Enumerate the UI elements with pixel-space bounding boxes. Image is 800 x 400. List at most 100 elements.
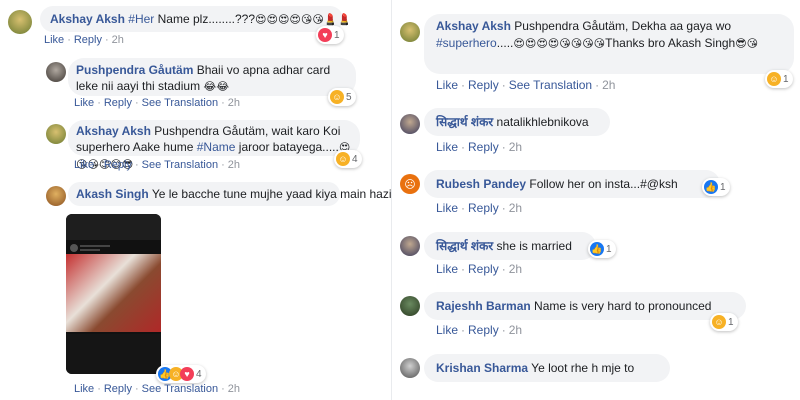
reaction-summary[interactable]: 👍 1 <box>588 240 616 258</box>
comment-author[interactable]: Akshay Aksh <box>436 19 511 33</box>
reaction-count: 1 <box>334 29 340 41</box>
see-translation-link[interactable]: See Translation <box>142 159 218 171</box>
comment-author[interactable]: सिद्धार्थ शंकर <box>436 115 493 129</box>
reply-link[interactable]: Reply <box>74 34 102 46</box>
comment-text: she is married <box>496 239 572 253</box>
avatar[interactable] <box>400 22 420 42</box>
like-link[interactable]: Like <box>74 383 94 395</box>
comment-text: Pushpendra Gåutäm, Dekha aa gaya wo <box>514 19 732 33</box>
reaction-count: 4 <box>352 153 358 165</box>
reply-link[interactable]: Reply <box>104 97 132 109</box>
comment-text: jaroor batayega..... <box>235 140 339 154</box>
reaction-count: 1 <box>728 316 734 328</box>
comment-actions: Like · Reply · 2h <box>436 262 523 276</box>
reply-link[interactable]: Reply <box>468 201 499 215</box>
timestamp[interactable]: 2h <box>228 383 240 395</box>
comment-author[interactable]: Krishan Sharma <box>436 361 528 375</box>
hashtag-link[interactable]: #superhero <box>436 36 497 50</box>
comment-bubble: Pushpendra Gåutäm Bhaii vo apna adhar ca… <box>68 58 356 96</box>
hashtag-link[interactable]: #Name <box>197 140 236 154</box>
reaction-summary[interactable]: ♥ 1 <box>316 26 344 44</box>
like-link[interactable]: Like <box>436 140 458 154</box>
see-translation-link[interactable]: See Translation <box>142 97 218 109</box>
reply-link[interactable]: Reply <box>468 262 499 276</box>
hashtag-link[interactable]: #Her <box>128 12 154 26</box>
reaction-summary[interactable]: ☺ 1 <box>710 313 738 331</box>
attached-image[interactable] <box>66 214 161 374</box>
reply-link[interactable]: Reply <box>104 159 132 171</box>
timestamp[interactable]: 2h <box>228 97 240 109</box>
reaction-summary[interactable]: 👍 1 <box>702 178 730 196</box>
comment-bubble: Akshay Aksh Pushpendra Gåutäm, wait karo… <box>68 120 360 171</box>
avatar[interactable] <box>400 236 420 256</box>
comment-bubble: Akash Singh Ye le bacche tune mujhe yaad… <box>68 182 396 206</box>
comment-actions: Like · Reply · 2h <box>436 140 523 154</box>
timestamp[interactable]: 2h <box>509 201 522 215</box>
comment-actions: Like · Reply · See Translation · 2h <box>436 78 616 92</box>
comment-text: Follow her on insta...#@ksh <box>529 177 678 191</box>
like-link[interactable]: Like <box>44 34 64 46</box>
reply-link[interactable]: Reply <box>104 383 132 395</box>
reaction-summary[interactable]: ☺ 1 <box>765 70 793 88</box>
reaction-count: 1 <box>606 243 612 255</box>
comment-author[interactable]: Akshay Aksh <box>50 12 125 26</box>
reply-link[interactable]: Reply <box>468 323 499 337</box>
timestamp[interactable]: 2h <box>509 323 522 337</box>
comment-author[interactable]: Rubesh Pandey <box>436 177 526 191</box>
reaction-count: 1 <box>783 73 789 85</box>
comment-actions: Like · Reply · See Translation · 2h <box>74 383 241 395</box>
like-link[interactable]: Like <box>74 97 94 109</box>
haha-reaction-icon: ☺ <box>336 152 350 166</box>
comment-bubble: Akshay Aksh #Her Name plz........???😍😍😍😍… <box>40 6 351 32</box>
avatar[interactable] <box>46 124 66 144</box>
comment-author[interactable]: सिद्धार्थ शंकर <box>436 239 493 253</box>
comment-text: Name is very hard to pronounced <box>534 299 712 313</box>
reaction-summary[interactable]: ☺ 4 <box>334 150 362 168</box>
comment-actions: Like · Reply · 2h <box>44 34 124 46</box>
comment-author[interactable]: Akash Singh <box>76 187 149 201</box>
avatar[interactable] <box>400 358 420 378</box>
comment-actions: Like · Reply · See Translation · 2h <box>74 159 241 171</box>
see-translation-link[interactable]: See Translation <box>142 383 218 395</box>
column-divider <box>391 0 400 400</box>
timestamp[interactable]: 2h <box>228 159 240 171</box>
like-link[interactable]: Like <box>436 201 458 215</box>
like-link[interactable]: Like <box>74 159 94 171</box>
reaction-count: 4 <box>196 368 202 380</box>
haha-reaction-icon: ☺ <box>330 90 344 104</box>
like-link[interactable]: Like <box>436 78 458 92</box>
comment-author[interactable]: Akshay Aksh <box>76 124 151 138</box>
angry-face-icon: ☹ <box>404 178 416 191</box>
avatar[interactable] <box>46 62 66 82</box>
avatar[interactable]: ☹ <box>400 174 420 194</box>
avatar[interactable] <box>46 186 66 206</box>
avatar[interactable] <box>400 296 420 316</box>
reply-link[interactable]: Reply <box>468 140 499 154</box>
comment-author[interactable]: Pushpendra Gåutäm <box>76 63 193 77</box>
comment-emojis: 😍😍😍😍😘😘😘😘 <box>513 37 606 50</box>
timestamp[interactable]: 2h <box>112 34 124 46</box>
like-reaction-icon: 👍 <box>590 242 604 256</box>
comment-text: ..... <box>496 36 514 50</box>
comment-emojis: 😂😂 <box>203 80 230 93</box>
avatar[interactable] <box>400 114 420 134</box>
comment-bubble: सिद्धार्थ शंकर natalikhlebnikova <box>424 108 610 136</box>
comment-emojis: 😍😍😍😍😘😘💄💄 <box>255 13 352 26</box>
timestamp[interactable]: 2h <box>509 262 522 276</box>
see-translation-link[interactable]: See Translation <box>509 78 592 92</box>
haha-reaction-icon: ☺ <box>767 72 781 86</box>
like-reaction-icon: 👍 <box>704 180 718 194</box>
reply-link[interactable]: Reply <box>468 78 499 92</box>
comment-author[interactable]: Rajeshh Barman <box>436 299 531 313</box>
like-link[interactable]: Like <box>436 323 458 337</box>
like-link[interactable]: Like <box>436 262 458 276</box>
comment-bubble: सिद्धार्थ शंकर she is married <box>424 232 596 260</box>
reaction-summary[interactable]: 👍 ☺ ♥ 4 <box>156 365 206 383</box>
love-reaction-icon: ♥ <box>180 367 194 381</box>
comment-actions: Like · Reply · 2h <box>436 201 523 215</box>
avatar[interactable] <box>8 10 32 34</box>
timestamp[interactable]: 2h <box>602 78 615 92</box>
timestamp[interactable]: 2h <box>509 140 522 154</box>
reaction-summary[interactable]: ☺ 5 <box>328 88 356 106</box>
comment-text: Ye le bacche tune mujhe yaad kiya main h… <box>151 187 396 201</box>
